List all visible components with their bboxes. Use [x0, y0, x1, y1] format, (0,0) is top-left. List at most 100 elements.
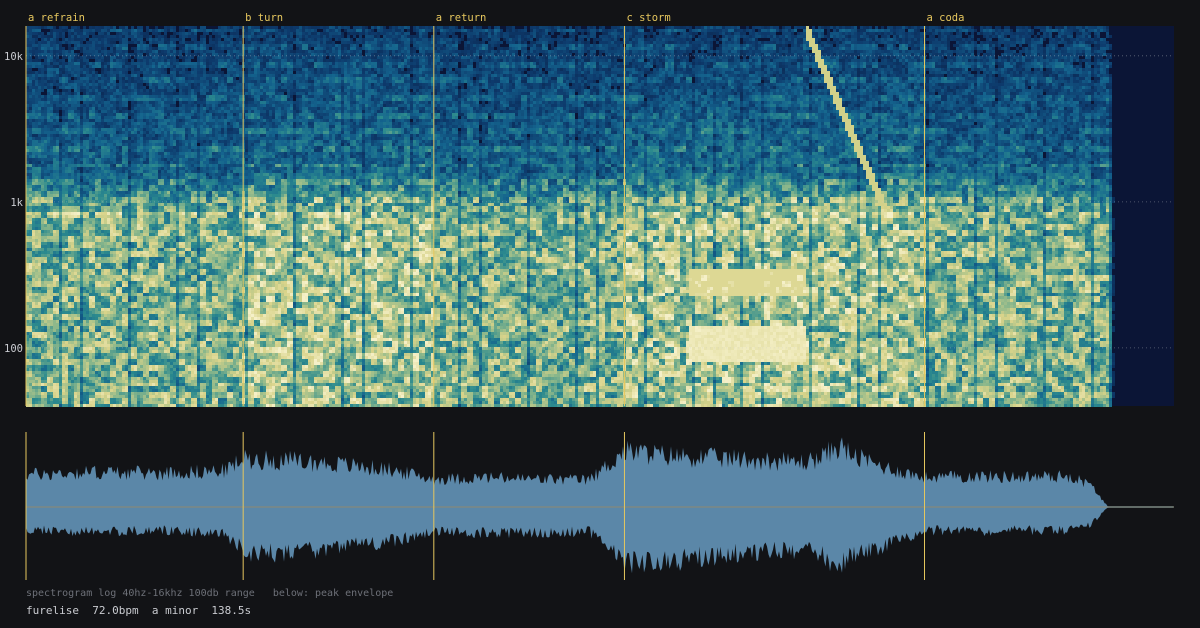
spectrogram-cell [107, 203, 110, 206]
spectrogram-cell [74, 326, 77, 329]
spectrogram-cell [101, 185, 104, 188]
spectrogram-cell [92, 398, 95, 401]
spectrogram-cell [101, 320, 104, 323]
spectrogram-cell [128, 374, 131, 377]
spectrogram-cell [92, 368, 95, 371]
spectrogram-cell [95, 305, 98, 308]
spectrogram-cell [32, 173, 35, 176]
spectrogram-cell [92, 62, 95, 65]
spectrogram-cell [74, 41, 77, 44]
spectrogram-cell [80, 140, 83, 143]
spectrogram-cell [119, 161, 122, 164]
spectrogram-cell [128, 110, 131, 113]
spectrogram-cell [35, 323, 38, 326]
spectrogram-cell [128, 365, 131, 368]
spectrogram-cell [35, 266, 38, 269]
spectrogram-cell [128, 128, 131, 131]
spectrogram-cell [83, 191, 86, 194]
spectrogram-cell [29, 203, 32, 206]
spectrogram-cell [116, 104, 119, 107]
spectrogram-cell [110, 167, 113, 170]
spectrogram-cell [56, 272, 59, 275]
spectrogram-cell [35, 302, 38, 305]
spectrogram-cell [65, 230, 68, 233]
spectrogram-cell [68, 335, 71, 338]
spectrogram-cell [119, 47, 122, 50]
spectrogram-cell [119, 302, 122, 305]
spectrogram-cell [104, 71, 107, 74]
spectrogram-cell [140, 215, 143, 218]
spectrogram-cell [77, 242, 80, 245]
spectrogram-cell [41, 179, 44, 182]
spectrogram-cell [65, 95, 68, 98]
spectrogram-cell [41, 152, 44, 155]
spectrogram-cell [131, 254, 134, 257]
spectrogram-cell [95, 335, 98, 338]
spectrogram-cell [77, 359, 80, 362]
spectrogram-cell [53, 68, 56, 71]
spectrogram-cell [53, 134, 56, 137]
spectrogram-cell [125, 299, 128, 302]
spectrogram-cell [41, 392, 44, 395]
spectrogram-cell [74, 119, 77, 122]
spectrogram-cell [125, 353, 128, 356]
spectrogram-cell [113, 377, 116, 380]
spectrogram-cell [86, 212, 89, 215]
spectrogram-cell [122, 404, 125, 407]
spectrogram-cell [38, 173, 41, 176]
spectrogram-cell [62, 371, 65, 374]
spectrogram-cell [56, 224, 59, 227]
spectrogram-cell [83, 83, 86, 86]
spectrogram-cell [125, 281, 128, 284]
spectrogram-cell [98, 47, 101, 50]
spectrogram-cell [50, 92, 53, 95]
spectrogram-cell [62, 137, 65, 140]
spectrogram-cell [89, 308, 92, 311]
spectrogram-cell [47, 362, 50, 365]
spectrogram-cell [92, 209, 95, 212]
spectrogram-cell [77, 47, 80, 50]
spectrogram-cell [110, 383, 113, 386]
spectrogram-cell [119, 362, 122, 365]
spectrogram-cell [140, 389, 143, 392]
spectrogram-cell [53, 83, 56, 86]
spectrogram-cell [32, 323, 35, 326]
spectrogram-cell [32, 386, 35, 389]
spectrogram-cell [137, 149, 140, 152]
spectrogram-cell [32, 368, 35, 371]
spectrogram-cell [101, 74, 104, 77]
spectrogram-cell [32, 266, 35, 269]
spectrogram-cell [35, 104, 38, 107]
spectrogram-cell [119, 350, 122, 353]
spectrogram-cell [131, 185, 134, 188]
spectrogram-cell [131, 371, 134, 374]
spectrogram-cell [137, 248, 140, 251]
spectrogram-cell [44, 266, 47, 269]
spectrogram-cell [47, 71, 50, 74]
spectrogram-cell [53, 158, 56, 161]
spectrogram-cell [50, 350, 53, 353]
spectrogram-cell [131, 251, 134, 254]
spectrogram-cell [68, 203, 71, 206]
spectrogram-cell [137, 188, 140, 191]
spectrogram-cell [113, 29, 116, 32]
spectrogram-cell [74, 356, 77, 359]
spectrogram-cell [95, 290, 98, 293]
spectrogram-cell [74, 152, 77, 155]
spectrogram-cell [134, 209, 137, 212]
spectrogram-cell [119, 206, 122, 209]
spectrogram-cell [140, 47, 143, 50]
spectrogram-cell [95, 245, 98, 248]
spectrogram-cell [101, 50, 104, 53]
spectrogram-cell [68, 194, 71, 197]
spectrogram-cell [62, 38, 65, 41]
spectrogram-cell [98, 317, 101, 320]
spectrogram-cell [119, 287, 122, 290]
spectrogram-cell [137, 128, 140, 131]
spectrogram-cell [47, 80, 50, 83]
spectrogram-cell [53, 287, 56, 290]
spectrogram-cell [53, 326, 56, 329]
spectrogram-cell [53, 317, 56, 320]
spectrogram-cell [140, 65, 143, 68]
spectrogram-cell [32, 221, 35, 224]
